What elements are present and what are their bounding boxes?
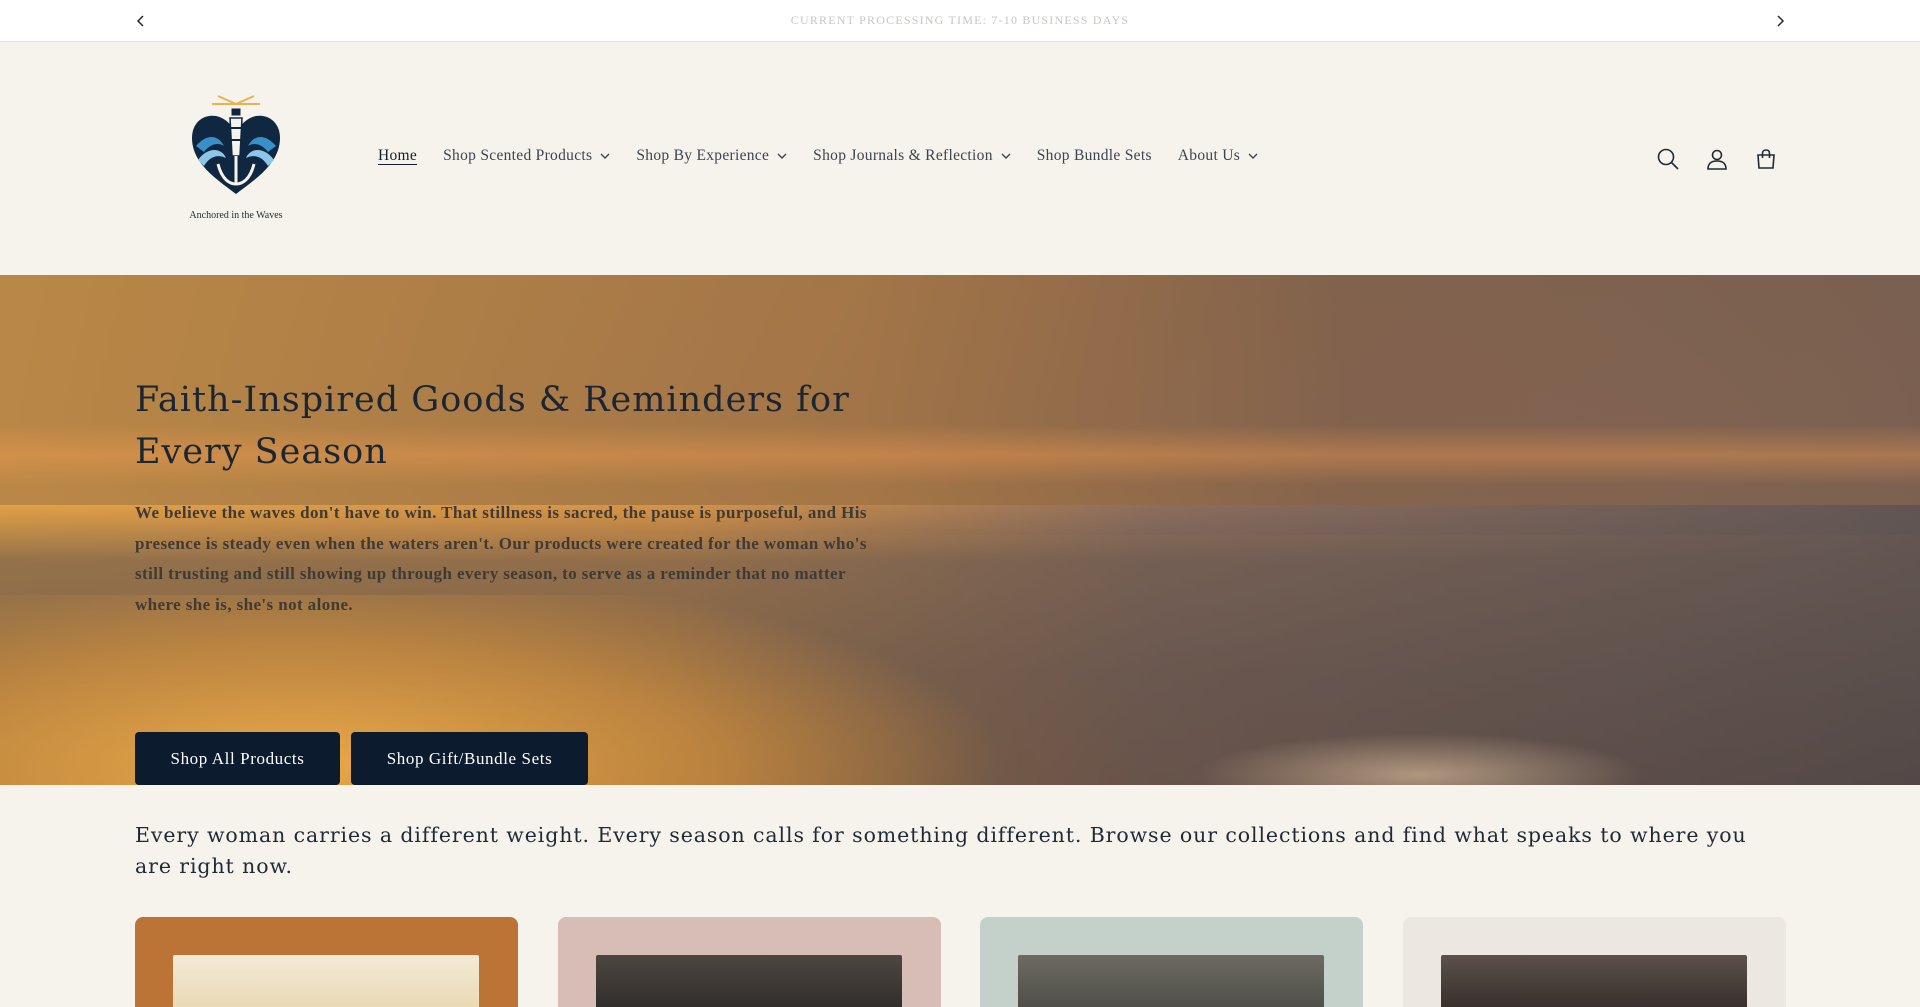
nav-item-home[interactable]: Home bbox=[378, 147, 417, 165]
brand-logo[interactable]: Anchored in the Waves bbox=[178, 94, 294, 224]
hero-title: Faith-Inspired Goods & Reminders for Eve… bbox=[135, 380, 850, 472]
nav-item-shop-scented-products[interactable]: Shop Scented Products bbox=[443, 147, 610, 165]
shop-all-products-button[interactable]: Shop All Products bbox=[135, 732, 340, 785]
nav-item-label: Home bbox=[378, 147, 418, 164]
collection-card-image bbox=[173, 955, 479, 1007]
main-navigation: Home Shop Scented Products Shop By Exper… bbox=[378, 147, 1284, 165]
nav-item-shop-bundle-sets[interactable]: Shop Bundle Sets bbox=[1037, 147, 1152, 165]
nav-item-label: Shop By Experience bbox=[636, 147, 770, 164]
chevron-right-icon[interactable] bbox=[1768, 9, 1792, 33]
hero-banner: Faith-Inspired Goods & Reminders for Eve… bbox=[0, 275, 1920, 785]
collection-card[interactable] bbox=[135, 917, 518, 1007]
hero-wave-foam bbox=[1100, 705, 1750, 785]
collection-card-image bbox=[1018, 955, 1324, 1007]
chevron-down-icon bbox=[1248, 153, 1258, 159]
collection-card[interactable] bbox=[1403, 917, 1786, 1007]
collection-card-image bbox=[596, 955, 902, 1007]
site-header: Anchored in the Waves Home Shop Scented … bbox=[0, 42, 1920, 275]
nav-item-label: Shop Bundle Sets bbox=[1036, 147, 1152, 164]
chevron-down-icon bbox=[1001, 153, 1011, 159]
nav-item-shop-journals-reflection[interactable]: Shop Journals & Reflection bbox=[813, 147, 1011, 165]
collection-card[interactable] bbox=[558, 917, 941, 1007]
lighthouse-anchor-heart-logo bbox=[192, 95, 280, 194]
nav-item-label: Shop Scented Products bbox=[443, 147, 593, 164]
brand-name: Anchored in the Waves bbox=[189, 210, 283, 221]
collection-card[interactable] bbox=[980, 917, 1363, 1007]
shop-gift-bundle-sets-button[interactable]: Shop Gift/Bundle Sets bbox=[351, 732, 588, 785]
collections-intro-text: Every woman carries a different weight. … bbox=[135, 823, 1747, 878]
account-icon[interactable] bbox=[1703, 145, 1731, 173]
header-icons bbox=[1654, 145, 1801, 173]
hero-description: We believe the waves don't have to win. … bbox=[135, 503, 867, 614]
nav-item-about-us[interactable]: About Us bbox=[1178, 147, 1258, 165]
cart-icon[interactable] bbox=[1752, 145, 1780, 173]
collection-card-image bbox=[1441, 955, 1747, 1007]
hero-buttons: Shop All Products Shop Gift/Bundle Sets bbox=[135, 732, 599, 785]
nav-item-label: Shop Journals & Reflection bbox=[813, 147, 993, 164]
chevron-down-icon bbox=[600, 153, 610, 159]
chevron-down-icon bbox=[777, 153, 787, 159]
collection-cards bbox=[135, 917, 1786, 1007]
nav-item-label: About Us bbox=[1177, 147, 1241, 164]
announcement-text: CURRENT PROCESSING TIME: 7-10 BUSINESS D… bbox=[790, 13, 1130, 27]
search-icon[interactable] bbox=[1654, 145, 1682, 173]
announcement-bar: CURRENT PROCESSING TIME: 7-10 BUSINESS D… bbox=[0, 0, 1920, 42]
nav-item-shop-by-experience[interactable]: Shop By Experience bbox=[636, 147, 787, 165]
hero-content: Faith-Inspired Goods & Reminders for Eve… bbox=[135, 374, 895, 785]
